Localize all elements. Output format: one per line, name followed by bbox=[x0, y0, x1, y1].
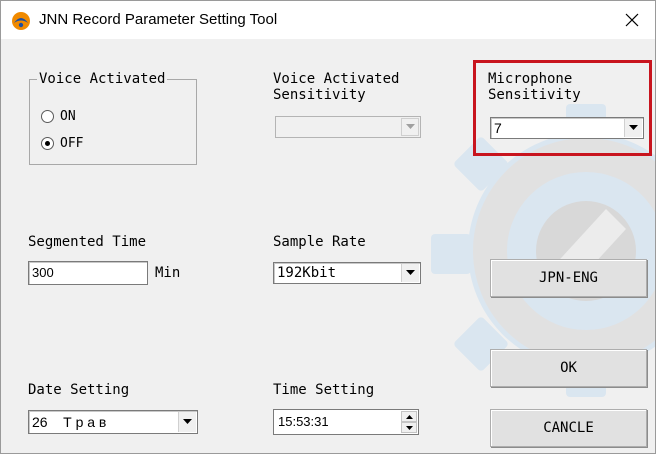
dropdown-button[interactable] bbox=[624, 119, 642, 137]
title-bar[interactable]: JNN Record Parameter Setting Tool bbox=[1, 1, 655, 39]
sample-rate-label: Sample Rate bbox=[273, 234, 366, 250]
segmented-time-unit: Min bbox=[155, 265, 181, 281]
segmented-time-input[interactable]: 300 bbox=[28, 261, 148, 285]
radio-off-label: OFF bbox=[60, 136, 84, 151]
microphone-sensitivity-value: 7 bbox=[494, 120, 502, 136]
cancel-button-label: CANCLE bbox=[543, 420, 594, 436]
ok-button[interactable]: OK bbox=[490, 349, 647, 387]
dialog-window: JNN Record Parameter Setting Tool Voice … bbox=[0, 0, 656, 454]
voice-activated-sensitivity-label: Voice Activated Sensitivity bbox=[273, 71, 400, 103]
voice-activated-group-label: Voice Activated bbox=[37, 71, 168, 87]
cancel-button[interactable]: CANCLE bbox=[490, 409, 647, 447]
close-button[interactable] bbox=[609, 1, 655, 39]
ok-button-label: OK bbox=[560, 360, 577, 376]
sample-rate-value: 192Kbit bbox=[277, 265, 337, 281]
chevron-down-icon bbox=[405, 124, 415, 129]
time-setting-value: 15:53:31 bbox=[278, 414, 329, 429]
microphone-sensitivity-select[interactable]: 7 bbox=[490, 117, 644, 139]
voice-activated-on-radio[interactable]: ON bbox=[41, 109, 76, 124]
app-icon bbox=[12, 12, 30, 30]
date-setting-value: 26 Т р а в bbox=[32, 414, 107, 430]
language-toggle-button[interactable]: JPN-ENG bbox=[490, 259, 647, 297]
chevron-down-icon bbox=[183, 419, 192, 424]
dropdown-button[interactable] bbox=[401, 118, 419, 136]
chevron-down-icon bbox=[629, 125, 638, 130]
time-setting-label: Time Setting bbox=[273, 382, 375, 398]
segmented-time-label: Segmented Time bbox=[28, 234, 147, 250]
window-title: JNN Record Parameter Setting Tool bbox=[39, 11, 278, 28]
time-spin-buttons bbox=[401, 411, 417, 433]
dropdown-button[interactable] bbox=[178, 412, 196, 432]
radio-on-circle bbox=[41, 110, 54, 123]
time-setting-spinner[interactable]: 15:53:31 bbox=[273, 409, 419, 435]
client-area: Voice Activated ON OFF Voice Activated S… bbox=[1, 39, 655, 453]
segmented-time-value: 300 bbox=[32, 265, 54, 280]
spin-up-button[interactable] bbox=[401, 411, 417, 422]
spin-up-icon bbox=[405, 414, 413, 419]
date-setting-select[interactable]: 26 Т р а в bbox=[28, 410, 198, 434]
language-toggle-label: JPN-ENG bbox=[538, 270, 598, 286]
radio-selected-dot bbox=[45, 141, 50, 146]
dropdown-button[interactable] bbox=[401, 264, 419, 282]
sample-rate-select[interactable]: 192Kbit bbox=[273, 262, 421, 284]
voice-activated-sensitivity-select[interactable] bbox=[275, 116, 421, 138]
voice-activated-off-radio[interactable]: OFF bbox=[41, 136, 83, 151]
microphone-sensitivity-label: Microphone Sensitivity bbox=[488, 71, 581, 103]
radio-off-circle bbox=[41, 137, 54, 150]
radio-on-label: ON bbox=[60, 109, 76, 124]
spin-down-icon bbox=[405, 425, 413, 430]
date-setting-label: Date Setting bbox=[28, 382, 130, 398]
spin-down-button[interactable] bbox=[401, 422, 417, 433]
chevron-down-icon bbox=[406, 270, 415, 275]
close-icon bbox=[625, 13, 639, 27]
